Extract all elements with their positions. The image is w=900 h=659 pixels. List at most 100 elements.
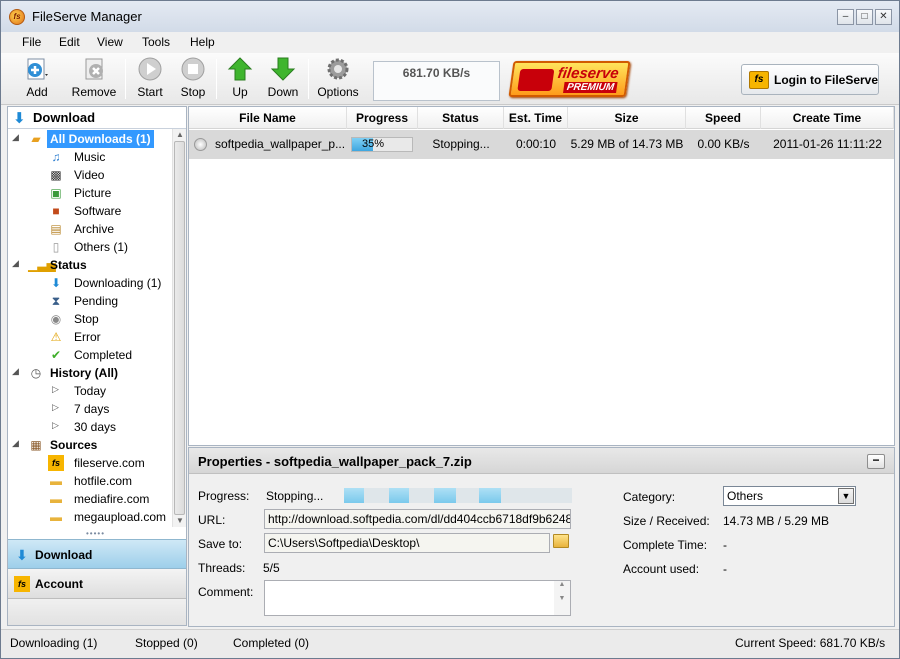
progress-segment — [434, 488, 456, 503]
status-downloading: Downloading (1) — [10, 636, 98, 650]
column-speed[interactable]: Speed — [686, 107, 761, 129]
tree-item-others[interactable]: ▯ Others (1) — [8, 238, 172, 256]
sidebar: ⬇ Download ◢ ▰ All Downloads (1) ♫ Music… — [7, 106, 187, 626]
column-progress[interactable]: Progress — [347, 107, 418, 129]
tree-item-all-downloads[interactable]: ◢ ▰ All Downloads (1) — [8, 130, 172, 148]
tree-item-archive[interactable]: ▤ Archive — [8, 220, 172, 238]
minimize-button[interactable]: – — [837, 9, 854, 25]
archive-icon: ▤ — [50, 222, 62, 236]
toolbar-separator — [125, 59, 126, 99]
remove-button[interactable]: Remove — [69, 56, 119, 102]
tree-item-30-days[interactable]: ▷ 30 days — [8, 418, 172, 436]
login-button[interactable]: fs Login to FileServe — [741, 64, 879, 95]
complete-time-value: - — [723, 538, 727, 552]
tree-item-picture[interactable]: ▣ Picture — [8, 184, 172, 202]
tree-item-7-days[interactable]: ▷ 7 days — [8, 400, 172, 418]
menu-help[interactable]: Help — [190, 35, 215, 49]
fileserve-premium-banner[interactable]: fileserve PREMIUM — [508, 61, 631, 97]
progress-percent: 35% — [362, 138, 385, 150]
progress-segment — [389, 488, 409, 503]
progress-label: Progress: — [198, 489, 250, 503]
sidebar-scrollbar[interactable]: ▲ ▼ — [172, 129, 186, 527]
tree-item-music[interactable]: ♫ Music — [8, 148, 172, 166]
tree-item-history[interactable]: ◢ ◷ History (All) — [8, 364, 172, 382]
comment-scrollbar[interactable]: ▲ ▼ — [554, 581, 570, 615]
column-file-name[interactable]: File Name — [189, 107, 347, 129]
tree-item-completed[interactable]: ✔ Completed — [8, 346, 172, 364]
scroll-down-arrow-icon[interactable]: ▼ — [176, 516, 184, 525]
menu-file[interactable]: File — [22, 35, 41, 49]
fileserve-icon: fs — [14, 576, 30, 592]
tree-item-pending[interactable]: ⧗ Pending — [8, 292, 172, 310]
app-window: fs FileServe Manager – □ ✕ File Edit Vie… — [0, 0, 900, 659]
stop-button[interactable]: Stop — [177, 56, 209, 102]
progress-segment — [479, 488, 501, 503]
cell-speed: 0.00 KB/s — [697, 137, 750, 151]
move-up-button[interactable]: Up — [225, 56, 255, 102]
scroll-up-arrow-icon[interactable]: ▲ — [176, 130, 184, 139]
save-path-field[interactable]: C:\Users\Softpedia\Desktop\ — [264, 533, 550, 553]
window-title: FileServe Manager — [32, 9, 142, 24]
cell-file-name: softpedia_wallpaper_p... — [215, 137, 345, 151]
fileserve-logo-icon: fs — [9, 9, 25, 25]
chevron-down-icon[interactable]: ▼ — [838, 488, 854, 504]
scrollbar-thumb[interactable] — [174, 141, 185, 515]
stop-circle-icon: ◉ — [50, 312, 62, 326]
nav-account[interactable]: fs Account — [8, 569, 186, 599]
folder-icon: ▬ — [50, 474, 62, 488]
tree-item-error[interactable]: ⚠ Error — [8, 328, 172, 346]
column-size[interactable]: Size — [568, 107, 686, 129]
tree-item-status[interactable]: ◢ ▁▃▅ Status — [8, 256, 172, 274]
start-button[interactable]: Start — [134, 56, 166, 102]
tree-item-today[interactable]: ▷ Today — [8, 382, 172, 400]
picture-icon: ▣ — [50, 186, 62, 200]
move-down-button[interactable]: Down — [265, 56, 301, 102]
table-row[interactable]: softpedia_wallpaper_p... 35% Stopping...… — [189, 130, 894, 159]
tree-item-megaupload[interactable]: ▬ megaupload.com — [8, 508, 172, 525]
collapse-triangle-icon: ◢ — [12, 258, 19, 268]
category-value: Others — [727, 489, 764, 503]
splitter-grip[interactable]: ••••• — [86, 529, 105, 538]
nav-overflow[interactable] — [8, 599, 186, 625]
add-icon — [27, 58, 48, 80]
tree-item-downloading[interactable]: ⬇ Downloading (1) — [8, 274, 172, 292]
toolbar-separator — [308, 59, 309, 99]
premium-label: PREMIUM — [563, 82, 618, 93]
menu-tools[interactable]: Tools — [142, 35, 170, 49]
column-create-time[interactable]: Create Time — [761, 107, 894, 129]
collapse-triangle-icon: ◢ — [12, 366, 19, 376]
tree-item-sources[interactable]: ◢ ▦ Sources — [8, 436, 172, 454]
browse-folder-icon[interactable] — [553, 534, 569, 548]
menu-edit[interactable]: Edit — [59, 35, 80, 49]
complete-time-label: Complete Time: — [623, 538, 708, 552]
sidebar-header: ⬇ Download — [8, 107, 186, 129]
maximize-button[interactable]: □ — [856, 9, 873, 25]
fileserve-icon: fs — [749, 71, 769, 89]
menu-view[interactable]: View — [97, 35, 123, 49]
premium-brand: fileserve — [556, 65, 620, 82]
nav-download[interactable]: ⬇ Download — [8, 539, 186, 569]
status-current-speed: Current Speed: 681.70 KB/s — [735, 636, 886, 650]
status-stopped: Stopped (0) — [135, 636, 198, 650]
tree-item-fileserve[interactable]: fs fileserve.com — [8, 454, 172, 472]
column-status[interactable]: Status — [418, 107, 504, 129]
column-est-time[interactable]: Est. Time — [504, 107, 568, 129]
close-button[interactable]: ✕ — [875, 9, 892, 25]
expand-triangle-icon: ▷ — [52, 384, 59, 394]
category-select[interactable]: Others ▼ — [723, 486, 856, 506]
tree-item-hotfile[interactable]: ▬ hotfile.com — [8, 472, 172, 490]
collapse-button[interactable]: − — [867, 454, 885, 469]
tree-item-software[interactable]: ■ Software — [8, 202, 172, 220]
add-button[interactable]: Add — [15, 56, 59, 102]
tree-item-stop[interactable]: ◉ Stop — [8, 310, 172, 328]
stopping-status-icon — [194, 138, 207, 151]
comment-textarea[interactable]: ▲ ▼ — [264, 580, 571, 616]
tree-item-video[interactable]: ▩ Video — [8, 166, 172, 184]
options-button[interactable]: Options — [316, 56, 360, 102]
stop-icon — [181, 57, 205, 81]
cell-status: Stopping... — [432, 137, 490, 151]
size-received-label: Size / Received: — [623, 514, 710, 528]
url-field[interactable]: http://download.softpedia.com/dl/dd404cc… — [264, 509, 571, 529]
software-box-icon: ■ — [52, 204, 60, 218]
tree-item-mediafire[interactable]: ▬ mediafire.com — [8, 490, 172, 508]
